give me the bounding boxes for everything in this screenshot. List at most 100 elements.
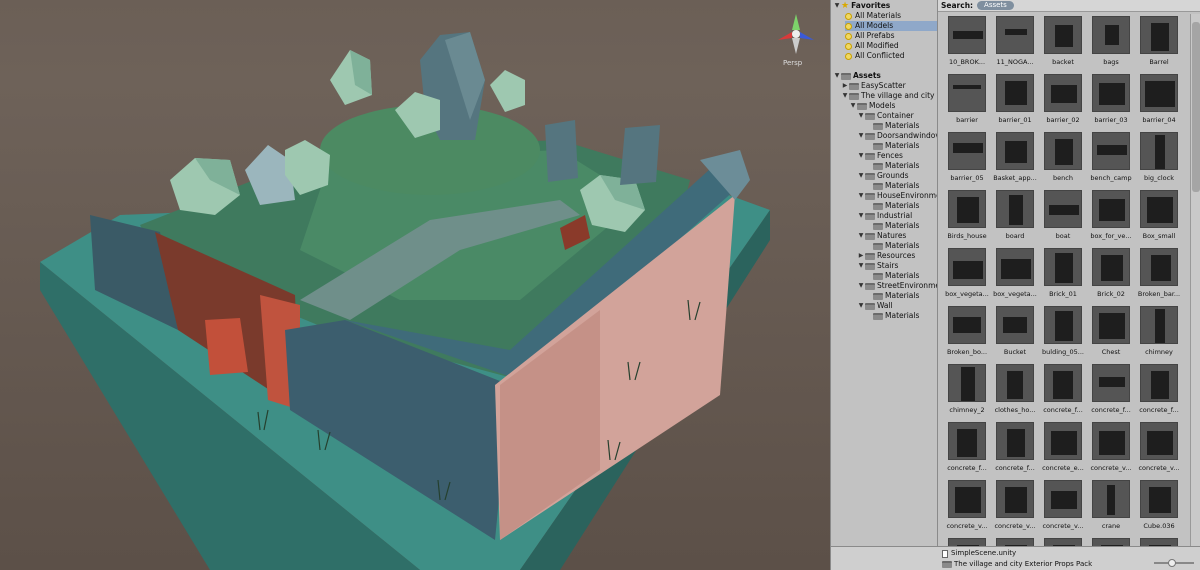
search-scope-chip[interactable]: Assets <box>977 1 1014 10</box>
asset-item[interactable]: barrier_02 <box>1038 74 1086 132</box>
asset-item[interactable]: boat <box>1038 190 1086 248</box>
asset-thumbnail[interactable] <box>1092 538 1130 546</box>
thumbnail-size-slider[interactable] <box>1154 559 1194 567</box>
expand-triangle-icon[interactable]: ▼ <box>857 191 865 201</box>
asset-thumbnail[interactable] <box>996 364 1034 402</box>
asset-thumbnail[interactable] <box>1140 306 1178 344</box>
asset-thumbnail[interactable] <box>1044 538 1082 546</box>
asset-item[interactable]: concrete_f... <box>942 422 990 480</box>
asset-thumbnail[interactable] <box>996 248 1034 286</box>
asset-thumbnail[interactable] <box>1092 480 1130 518</box>
favorite-item[interactable]: All Conflicted <box>845 51 937 61</box>
asset-item[interactable]: crane <box>1086 480 1134 538</box>
asset-item[interactable] <box>990 538 1038 546</box>
asset-item[interactable]: concrete_v... <box>1134 422 1182 480</box>
folder-item[interactable]: ▼ Models <box>849 101 896 111</box>
asset-item[interactable]: barrier <box>942 74 990 132</box>
asset-thumbnail[interactable] <box>948 538 986 546</box>
asset-thumbnail[interactable] <box>996 422 1034 460</box>
folder-item[interactable]: ▶ EasyScatter <box>841 81 906 91</box>
asset-thumbnail[interactable] <box>1140 74 1178 112</box>
asset-thumbnail[interactable] <box>1140 422 1178 460</box>
favorite-item[interactable]: All Modified <box>845 41 937 51</box>
asset-item[interactable] <box>1134 538 1182 546</box>
asset-thumbnail[interactable] <box>1092 248 1130 286</box>
folder-item[interactable]: ▼ Container <box>857 111 914 121</box>
asset-thumbnail[interactable] <box>1092 132 1130 170</box>
scene-view[interactable]: Persp <box>0 0 830 570</box>
asset-thumbnail[interactable] <box>948 422 986 460</box>
asset-thumbnail[interactable] <box>1092 190 1130 228</box>
asset-item[interactable]: chimney <box>1134 306 1182 364</box>
view-mode-label[interactable]: Persp <box>783 59 802 67</box>
asset-thumbnail[interactable] <box>948 74 986 112</box>
asset-item[interactable]: board <box>990 190 1038 248</box>
folder-item[interactable]: ▼ Wall <box>857 301 893 311</box>
orientation-gizmo[interactable] <box>772 10 820 58</box>
folder-item[interactable]: ▶ Resources <box>857 251 916 261</box>
asset-item[interactable]: concrete_f... <box>1134 364 1182 422</box>
favorite-item[interactable]: All Materials <box>845 11 937 21</box>
expand-triangle-icon[interactable]: ▼ <box>857 111 865 121</box>
asset-item[interactable]: barrier_01 <box>990 74 1038 132</box>
asset-thumbnail[interactable] <box>1140 190 1178 228</box>
folder-item[interactable]: Materials <box>865 121 919 131</box>
folder-item[interactable]: ▼ Stairs <box>857 261 899 271</box>
folder-item[interactable]: Materials <box>865 161 919 171</box>
expand-triangle-icon[interactable]: ▼ <box>857 231 865 241</box>
asset-item[interactable]: barrier_03 <box>1086 74 1134 132</box>
favorite-item[interactable]: All Models <box>845 21 937 31</box>
asset-thumbnail[interactable] <box>1044 74 1082 112</box>
folder-item[interactable]: Materials <box>865 291 919 301</box>
asset-item[interactable]: bulding_05... <box>1038 306 1086 364</box>
asset-item[interactable]: 10_BROK... <box>942 16 990 74</box>
folder-item[interactable]: ▼ Doorsandwindov <box>857 131 937 141</box>
folder-item[interactable]: Materials <box>865 201 919 211</box>
asset-thumbnail[interactable] <box>1140 480 1178 518</box>
asset-item[interactable]: Box_small <box>1134 190 1182 248</box>
search-bar[interactable]: Search: Assets <box>938 0 1200 12</box>
scrollbar-thumb[interactable] <box>1192 22 1200 192</box>
asset-thumbnail[interactable] <box>1044 306 1082 344</box>
folder-item[interactable]: Materials <box>865 221 919 231</box>
asset-item[interactable]: Bucket <box>990 306 1038 364</box>
asset-item[interactable]: clothes_ho... <box>990 364 1038 422</box>
asset-item[interactable] <box>942 538 990 546</box>
folder-item[interactable]: Materials <box>865 141 919 151</box>
package-path[interactable]: The village and city Exterior Props Pack <box>942 559 1092 570</box>
asset-item[interactable]: Brick_02 <box>1086 248 1134 306</box>
asset-thumbnail[interactable] <box>1140 538 1178 546</box>
expand-triangle-icon[interactable]: ▼ <box>833 1 841 11</box>
folder-item[interactable]: Materials <box>865 271 919 281</box>
asset-thumbnail[interactable] <box>948 190 986 228</box>
asset-thumbnail[interactable] <box>948 248 986 286</box>
favorite-item[interactable]: All Prefabs <box>845 31 937 41</box>
asset-thumbnail[interactable] <box>948 306 986 344</box>
asset-thumbnail[interactable] <box>1044 480 1082 518</box>
asset-item[interactable]: box_vegeta... <box>990 248 1038 306</box>
assets-scrollbar[interactable] <box>1190 14 1200 546</box>
asset-thumbnail[interactable] <box>1140 132 1178 170</box>
asset-thumbnail[interactable] <box>1044 16 1082 54</box>
asset-item[interactable]: big_clock <box>1134 132 1182 190</box>
asset-item[interactable]: box_for_ve... <box>1086 190 1134 248</box>
asset-item[interactable]: Broken_bo... <box>942 306 990 364</box>
expand-triangle-icon[interactable]: ▼ <box>857 171 865 181</box>
asset-thumbnail[interactable] <box>948 364 986 402</box>
folder-item[interactable]: Materials <box>865 311 919 321</box>
asset-thumbnail[interactable] <box>996 538 1034 546</box>
asset-thumbnail[interactable] <box>1092 16 1130 54</box>
favorites-header[interactable]: ▼ ★ Favorites <box>833 1 891 11</box>
folder-item[interactable]: ▼ Grounds <box>857 171 909 181</box>
folder-item[interactable]: ▼ Industrial <box>857 211 913 221</box>
project-hierarchy[interactable]: ▼ ★ Favorites All Materials All Models All… <box>830 0 938 546</box>
asset-item[interactable]: chimney_2 <box>942 364 990 422</box>
asset-item[interactable]: concrete_v... <box>942 480 990 538</box>
asset-item[interactable]: barrier_05 <box>942 132 990 190</box>
asset-thumbnail[interactable] <box>1092 364 1130 402</box>
expand-triangle-icon[interactable]: ▼ <box>857 301 865 311</box>
folder-item[interactable]: ▼ The village and city E <box>841 91 937 101</box>
asset-thumbnail[interactable] <box>948 480 986 518</box>
asset-item[interactable]: bench <box>1038 132 1086 190</box>
assets-panel[interactable]: Search: Assets 10_BROK... 11_NOGA... backe… <box>938 0 1200 546</box>
